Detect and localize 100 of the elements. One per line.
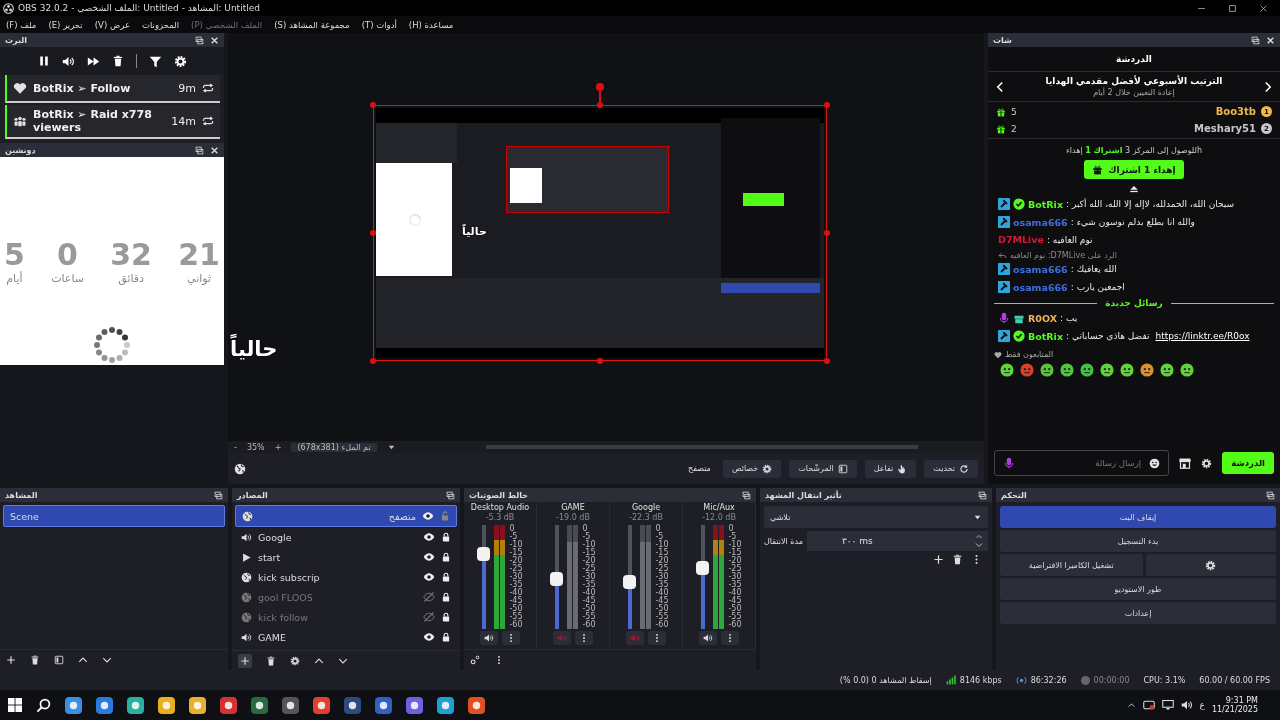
app-icon[interactable] <box>313 696 330 714</box>
username[interactable]: D7MLive <box>998 234 1044 245</box>
replay-icon[interactable] <box>202 82 214 94</box>
username[interactable]: osama666 <box>1013 216 1068 228</box>
app-icon[interactable] <box>437 696 454 714</box>
eye-hidden-icon[interactable] <box>423 611 435 623</box>
emote-icon[interactable] <box>1060 363 1074 377</box>
eye-icon[interactable] <box>423 631 435 643</box>
maximize-icon[interactable] <box>1228 3 1237 13</box>
undock-icon[interactable] <box>1251 35 1260 45</box>
lock-icon[interactable] <box>441 532 451 542</box>
trash-icon[interactable] <box>111 55 124 67</box>
channel-menu-button[interactable] <box>575 631 593 645</box>
search-icon[interactable] <box>36 697 51 713</box>
move-down-icon[interactable] <box>338 656 348 666</box>
emoji-icon[interactable] <box>1149 457 1161 469</box>
app-icon[interactable] <box>251 696 268 714</box>
input-language[interactable]: ع <box>1199 700 1205 710</box>
scene-item[interactable]: Scene <box>3 505 225 527</box>
undock-icon[interactable] <box>214 490 223 500</box>
menu-item[interactable]: مجموعة المشاهد (S) <box>274 19 350 30</box>
add-icon[interactable] <box>240 656 250 666</box>
undock-icon[interactable] <box>1266 490 1275 500</box>
increment-icon[interactable] <box>975 533 983 541</box>
close-icon[interactable] <box>1259 3 1268 13</box>
replay-icon[interactable] <box>202 115 214 127</box>
move-down-icon[interactable] <box>102 655 112 665</box>
add-icon[interactable] <box>6 655 16 665</box>
menu-item[interactable]: أدوات (T) <box>361 19 397 30</box>
menu-item[interactable]: تحرير (E) <box>48 19 83 30</box>
undock-icon[interactable] <box>446 490 455 500</box>
decrement-icon[interactable] <box>975 541 983 549</box>
clock-time[interactable]: 9:31 PM <box>1225 696 1258 705</box>
menu-item[interactable]: عرض (V) <box>94 19 130 30</box>
lock-icon[interactable] <box>441 632 451 642</box>
source-item[interactable]: Google <box>235 527 457 547</box>
mixer-settings-icon[interactable] <box>470 655 480 665</box>
control-button[interactable]: بدء التسجيل <box>1000 530 1276 552</box>
microphone-icon[interactable] <box>1003 457 1015 469</box>
emote-icon[interactable] <box>1100 363 1114 377</box>
lock-icon[interactable] <box>441 592 451 602</box>
volume-slider[interactable] <box>550 525 564 629</box>
scale-mode-dropdown[interactable]: تم الملء (678x381) <box>291 442 377 452</box>
app-icon[interactable] <box>65 696 82 714</box>
zoom-out-button[interactable]: - <box>234 442 237 452</box>
lock-icon[interactable] <box>441 612 451 622</box>
windows-logo-icon[interactable] <box>8 698 22 712</box>
username[interactable]: R0OX <box>1028 312 1057 324</box>
app-icon[interactable] <box>344 696 361 714</box>
app-icon[interactable] <box>282 696 299 714</box>
undock-icon[interactable] <box>195 35 204 45</box>
filters-button[interactable]: المرشّحات <box>789 459 857 478</box>
undock-icon[interactable] <box>742 490 751 500</box>
close-icon[interactable] <box>210 145 219 155</box>
source-item[interactable]: kick subscrip <box>235 567 457 587</box>
trash-icon[interactable] <box>266 656 276 666</box>
eye-icon[interactable] <box>423 531 435 543</box>
message-field[interactable]: إرسال رسالة <box>994 450 1170 476</box>
eye-icon[interactable] <box>423 551 435 563</box>
source-item[interactable]: kick follow <box>235 607 457 627</box>
app-icon[interactable] <box>375 696 392 714</box>
app-icon[interactable] <box>220 696 237 714</box>
volume-icon[interactable] <box>61 54 75 68</box>
zoom-in-button[interactable]: + <box>274 442 282 452</box>
volume-slider[interactable] <box>623 525 637 629</box>
emote-icon[interactable] <box>1160 363 1174 377</box>
transition-dropdown[interactable]: تلاشي <box>764 506 988 528</box>
app-icon[interactable] <box>189 696 206 714</box>
emote-icon[interactable] <box>1120 363 1134 377</box>
eye-hidden-icon[interactable] <box>423 591 435 603</box>
control-button[interactable]: إعدادات <box>1000 602 1276 624</box>
collapse-icon[interactable] <box>1129 184 1139 194</box>
source-item[interactable]: متصفح <box>235 505 457 527</box>
mute-button[interactable] <box>699 631 717 645</box>
app-icon[interactable] <box>158 696 175 714</box>
emote-icon[interactable] <box>1140 363 1154 377</box>
source-item[interactable]: gool FLOOS <box>235 587 457 607</box>
duration-field[interactable]: ٣٠٠ ms <box>806 531 988 551</box>
app-icon[interactable] <box>127 696 144 714</box>
channel-menu-button[interactable] <box>502 631 520 645</box>
send-button[interactable]: الدردشة <box>1222 452 1274 474</box>
username[interactable]: BotRix <box>1028 330 1063 342</box>
message-link[interactable]: https://linktr.ee/R0ox <box>1155 331 1250 341</box>
channel-menu-button[interactable] <box>721 631 739 645</box>
menu-item[interactable]: مساعدة (H) <box>408 19 454 30</box>
pause-icon[interactable] <box>37 55 50 67</box>
settings-icon[interactable] <box>1201 457 1213 469</box>
undock-icon[interactable] <box>195 145 204 155</box>
lock-icon[interactable] <box>441 572 451 582</box>
control-button[interactable]: تشغيل الكاميرا الافتراضية <box>1000 554 1143 576</box>
clock-date[interactable]: 11/21/2025 <box>1211 705 1258 714</box>
add-icon[interactable] <box>933 554 944 565</box>
eye-icon[interactable] <box>423 571 435 583</box>
chevron-up-icon[interactable] <box>1126 700 1136 710</box>
move-up-icon[interactable] <box>314 656 324 666</box>
app-icon[interactable] <box>406 696 423 714</box>
volume-slider[interactable] <box>696 525 710 629</box>
speaker-icon[interactable] <box>1180 699 1193 711</box>
close-icon[interactable] <box>1266 35 1275 45</box>
emote-icon[interactable] <box>1180 363 1194 377</box>
